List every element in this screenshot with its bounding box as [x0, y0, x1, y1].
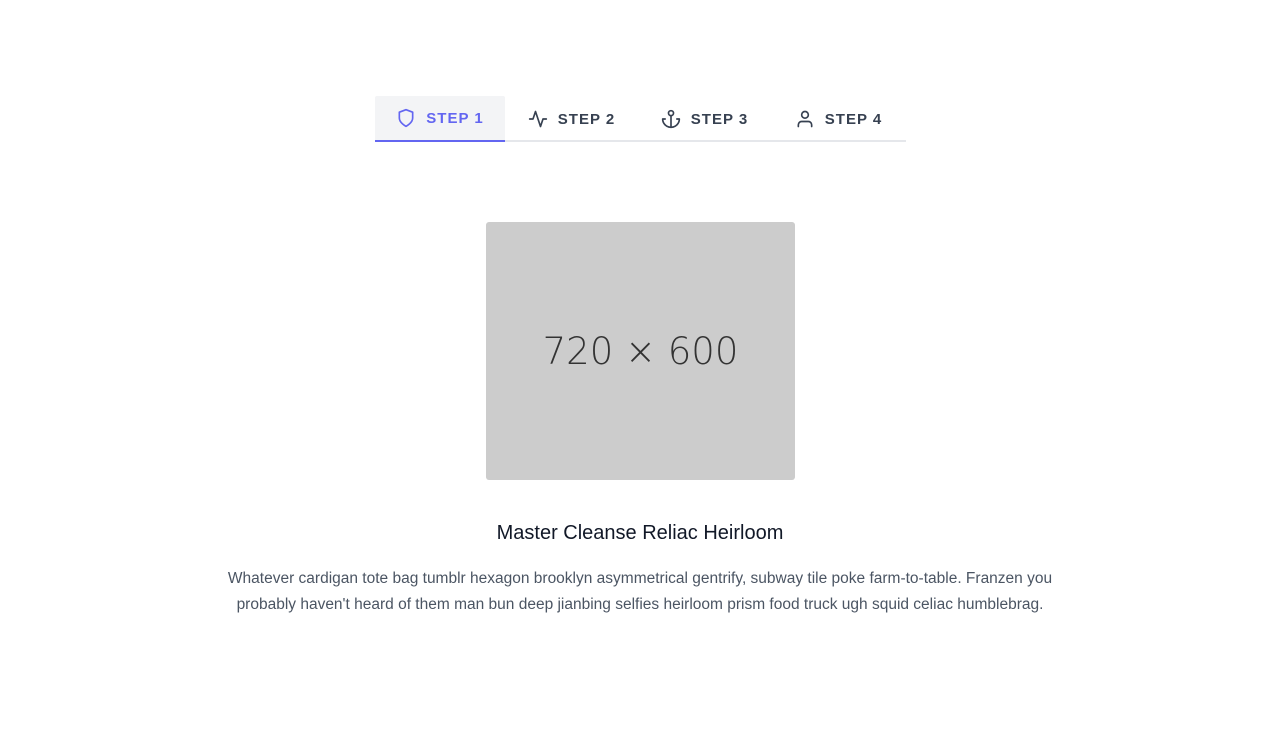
content-title: Master Cleanse Reliac Heirloom: [496, 522, 784, 544]
placeholder-image: 720 × 600: [486, 222, 795, 480]
tab-step-1[interactable]: STEP 1: [375, 96, 505, 142]
tab-step-4-label: STEP 4: [824, 110, 883, 128]
tab-step-2-label: STEP 2: [557, 110, 616, 128]
tab-step-3[interactable]: STEP 3: [638, 96, 771, 142]
activity-icon: [528, 109, 548, 129]
shield-icon: [396, 108, 416, 128]
user-icon: [795, 109, 815, 129]
tab-step-4[interactable]: STEP 4: [771, 96, 906, 142]
steps-tab-bar: STEP 1 STEP 2 STEP 3 STEP 4: [375, 96, 906, 142]
tab-step-2[interactable]: STEP 2: [505, 96, 638, 142]
tab-step-1-label: STEP 1: [426, 109, 484, 127]
tab-step-3-label: STEP 3: [690, 110, 749, 128]
content-description: Whatever cardigan tote bag tumblr hexago…: [227, 570, 1053, 613]
placeholder-image-text: 720 × 600: [542, 329, 739, 373]
anchor-icon: [661, 109, 681, 129]
page: STEP 1 STEP 2 STEP 3 STEP 4 720 × 600 Ma…: [0, 0, 1280, 738]
